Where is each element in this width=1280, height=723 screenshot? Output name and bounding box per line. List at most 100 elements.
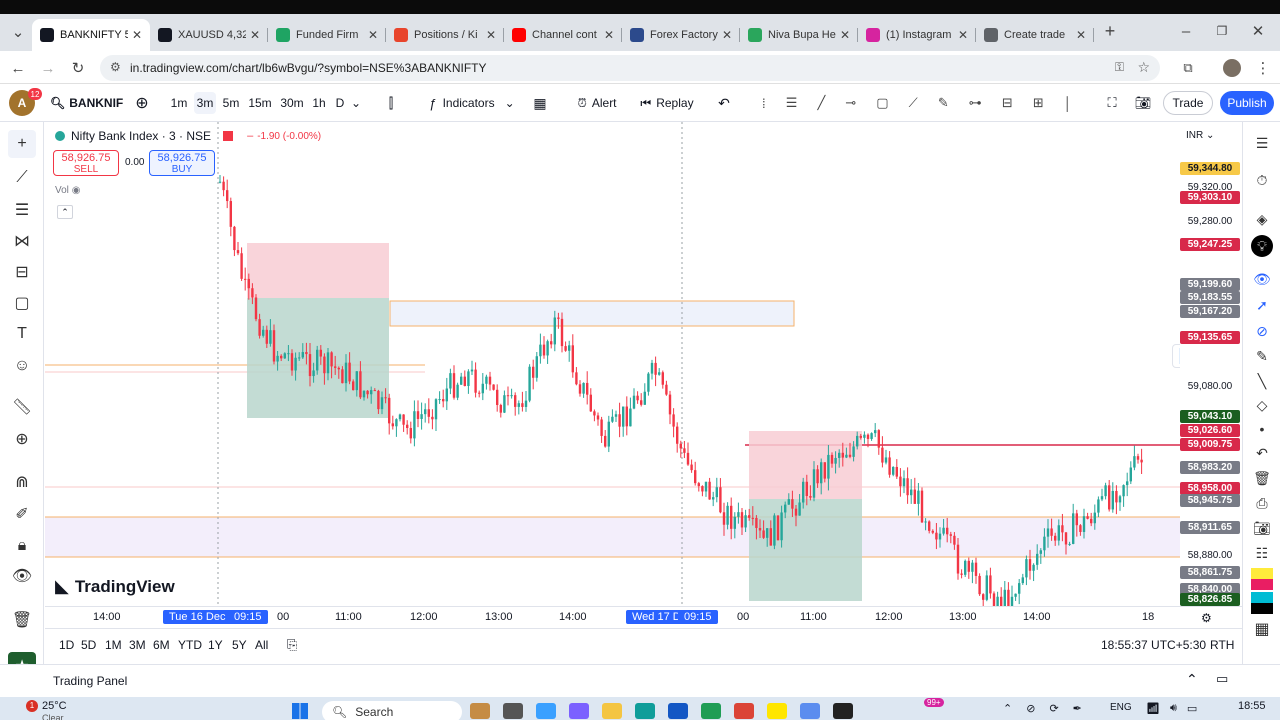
clock-label[interactable]: 18:55:37 UTC+5:30: [1101, 638, 1206, 652]
browser-tab[interactable]: BANKNIFTY 5 ✕: [32, 19, 150, 51]
tray-icon[interactable]: ⊘: [1026, 702, 1035, 715]
brush-side-icon[interactable]: ✎: [1251, 345, 1273, 367]
volume-legend[interactable]: Vol ◉: [55, 185, 80, 196]
weather-temp[interactable]: 25°C: [42, 700, 67, 712]
candlestick-chart[interactable]: [45, 122, 1180, 606]
color-palette-2-icon[interactable]: [1251, 592, 1273, 614]
indicators-button[interactable]: ƒ Indicators ⌄: [420, 92, 524, 114]
trade-button[interactable]: Trade: [1163, 91, 1213, 115]
long-position-icon[interactable]: ⊟: [1002, 95, 1013, 111]
legend-title[interactable]: Nifty Bank Index · 3 · NSE: [71, 129, 211, 143]
chevron-up-icon[interactable]: ⌃: [1003, 702, 1012, 715]
close-tab-icon[interactable]: ✕: [958, 28, 968, 42]
close-tab-icon[interactable]: ✕: [250, 28, 260, 42]
eye-off-icon[interactable]: ◉: [72, 185, 81, 196]
rectangle-icon[interactable]: ▢: [876, 95, 888, 111]
trash-side-icon[interactable]: 🗑︎: [1251, 467, 1273, 489]
text-tool-icon[interactable]: T: [8, 320, 36, 348]
app-icon[interactable]: [503, 703, 523, 719]
file-explorer-icon[interactable]: [602, 703, 622, 719]
cursor-icon[interactable]: ➚: [1251, 294, 1273, 316]
dot-icon[interactable]: •: [1251, 418, 1273, 440]
interval-dropdown-icon[interactable]: ⌄: [348, 92, 364, 114]
site-info-icon[interactable]: ⚙: [110, 60, 121, 74]
trading-panel-tab[interactable]: Trading Panel: [53, 674, 127, 688]
horizontal-ray-icon[interactable]: ⊸: [845, 95, 856, 111]
horizontal-line-icon[interactable]: ⊶: [969, 95, 982, 111]
store-icon[interactable]: [668, 703, 688, 719]
line-icon[interactable]: ╲: [1251, 370, 1273, 392]
range-1d[interactable]: 1D: [59, 638, 74, 652]
back-icon[interactable]: ←: [8, 58, 28, 78]
range-all[interactable]: All: [255, 638, 268, 652]
browser-menu-icon[interactable]: ⋮: [1253, 58, 1273, 78]
password-key-icon[interactable]: ⚿: [1115, 60, 1124, 75]
brush-icon[interactable]: ✎: [938, 95, 949, 111]
watchlist-icon[interactable]: ☰: [1251, 132, 1273, 154]
ruler-icon[interactable]: 📏︎: [8, 393, 36, 421]
browser-tab[interactable]: (1) Instagram ✕: [858, 19, 976, 51]
close-tab-icon[interactable]: ✕: [840, 28, 850, 42]
interval-D[interactable]: D: [333, 92, 347, 114]
bookmark-star-icon[interactable]: ☆: [1137, 59, 1150, 76]
browser-tab[interactable]: Niva Bupa He ✕: [740, 19, 858, 51]
forecast-tool-icon[interactable]: ⊟: [8, 258, 36, 286]
profile-avatar[interactable]: [1222, 58, 1242, 78]
browser-tab[interactable]: Funded Firm ✕: [268, 19, 386, 51]
tray-icon[interactable]: ⟳: [1049, 702, 1058, 715]
restore-button[interactable]: ❐: [1212, 21, 1232, 41]
reload-icon[interactable]: ↻: [68, 58, 88, 78]
interval-3m[interactable]: 3m: [194, 92, 216, 114]
ideas-icon[interactable]: 💡︎: [1251, 235, 1273, 257]
tray-status[interactable]: 📶︎ 🔊︎ ▭: [1146, 702, 1197, 715]
object-tree-icon[interactable]: ◈: [1251, 208, 1273, 230]
compare-symbol-button[interactable]: ⊕: [130, 92, 154, 114]
goto-date-icon[interactable]: ⎘: [287, 637, 297, 653]
chrome-icon[interactable]: [734, 703, 754, 719]
fib-icon[interactable]: ☰: [786, 95, 798, 111]
windows-start-icon[interactable]: [292, 703, 308, 719]
alerts-clock-icon[interactable]: ⏱: [1251, 169, 1273, 191]
drag-handle-icon[interactable]: ⁞: [762, 96, 766, 111]
excel-icon[interactable]: [701, 703, 721, 719]
undo-icon[interactable]: ↶: [714, 92, 734, 114]
fullscreen-icon[interactable]: ⛶: [1102, 92, 1122, 114]
session-label[interactable]: RTH: [1210, 638, 1234, 652]
browser-tab[interactable]: XAUUSD 4,32 ✕: [150, 19, 268, 51]
grid-icon[interactable]: ▦: [1251, 618, 1273, 640]
close-tab-icon[interactable]: ✕: [486, 28, 496, 42]
forward-icon[interactable]: →: [38, 58, 58, 78]
range-5d[interactable]: 5D: [81, 638, 96, 652]
teams-icon[interactable]: [569, 703, 589, 719]
edge-icon[interactable]: [635, 703, 655, 719]
maximize-panel-icon[interactable]: ▭: [1216, 671, 1228, 687]
alert-button[interactable]: ⏰︎ Alert: [568, 92, 626, 114]
range-3m[interactable]: 3M: [129, 638, 146, 652]
collapse-legend-icon[interactable]: ⌃: [57, 205, 73, 219]
time-axis[interactable]: 14:00 Tue 16 Dec '25 09:15 00 11:00 12:00 13:0…: [45, 606, 1242, 628]
replay-button[interactable]: ⏮ Replay: [636, 92, 698, 114]
clock-time[interactable]: 18:55: [1238, 700, 1266, 712]
zoom-in-icon[interactable]: ⊕: [8, 425, 36, 453]
range-ytd[interactable]: YTD: [178, 638, 202, 652]
app-icon[interactable]: [470, 703, 490, 719]
symbol-search[interactable]: 🔍︎ BANKNIF: [50, 92, 125, 114]
range-5y[interactable]: 5Y: [232, 638, 247, 652]
target-icon[interactable]: ⊘: [1251, 320, 1273, 342]
tab-search-icon[interactable]: ⌄: [8, 22, 28, 42]
eye-visibility-icon[interactable]: 👁︎: [1251, 268, 1273, 290]
buy-button[interactable]: 58,926.75 BUY: [149, 150, 215, 176]
app-icon[interactable]: [800, 703, 820, 719]
eye-icon[interactable]: 👁︎: [8, 562, 36, 590]
color-palette-icon[interactable]: [1251, 568, 1273, 590]
axis-settings-icon[interactable]: ⚙: [1201, 611, 1212, 625]
copilot-icon[interactable]: [536, 703, 556, 719]
shape-tool-icon[interactable]: ▢: [8, 289, 36, 317]
notes-icon[interactable]: ☷: [1251, 542, 1273, 564]
close-tab-icon[interactable]: ✕: [604, 28, 614, 42]
range-1y[interactable]: 1Y: [208, 638, 223, 652]
publish-button[interactable]: Publish: [1220, 91, 1274, 115]
magnet-icon[interactable]: ⋒: [8, 468, 36, 496]
language-indicator[interactable]: ENG: [1110, 702, 1132, 713]
range-1m[interactable]: 1M: [105, 638, 122, 652]
